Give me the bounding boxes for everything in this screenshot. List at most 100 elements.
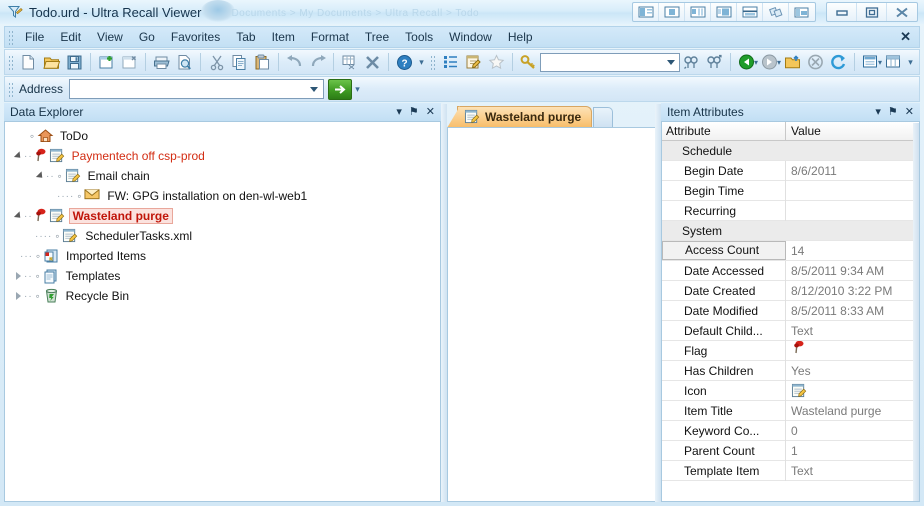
toolbar2-grip-handle[interactable]	[429, 54, 436, 70]
cut-icon[interactable]	[205, 51, 228, 73]
attribute-row-has-children[interactable]: Has Children Yes	[662, 360, 919, 381]
attribute-row-default-child[interactable]: Default Child... Text	[662, 320, 919, 341]
tree-item-schedulertasks-xml[interactable]: ···· ◦ SchedulerTasks.xml	[5, 226, 440, 246]
print-icon[interactable]	[150, 51, 173, 73]
edit-note-icon[interactable]	[462, 51, 485, 73]
attribute-row-parent-count[interactable]: Parent Count 1	[662, 440, 919, 461]
tree-expander-open-icon[interactable]	[13, 211, 24, 222]
attribute-value[interactable]: 14	[786, 241, 919, 261]
layout-left-pane-toggle[interactable]	[633, 3, 659, 21]
menu-item-tools[interactable]: Tools	[397, 27, 441, 47]
keyword-key-icon[interactable]	[517, 51, 540, 73]
attribute-value[interactable]: 0	[786, 421, 919, 441]
open-parent-icon[interactable]	[781, 51, 804, 73]
attribute-value[interactable]: Wasteland purge	[786, 401, 919, 421]
new-item-icon[interactable]	[95, 51, 118, 73]
print-preview-icon[interactable]	[173, 51, 196, 73]
attribute-row-keyword-count[interactable]: Keyword Co... 0	[662, 420, 919, 441]
address-dropdown-icon[interactable]	[310, 87, 319, 92]
undo-icon[interactable]	[283, 51, 306, 73]
search-dropdown-icon[interactable]	[667, 59, 675, 65]
attribute-row-date-accessed[interactable]: Date Accessed 8/5/2011 9:34 AM	[662, 260, 919, 281]
attribute-row-date-modified[interactable]: Date Modified 8/5/2011 8:33 AM	[662, 300, 919, 321]
tree-expander-open-icon[interactable]	[35, 171, 46, 182]
redo-icon[interactable]	[306, 51, 329, 73]
tree-item-todo[interactable]: ◦ ToDo	[5, 126, 440, 146]
attribute-value[interactable]: 8/5/2011 9:34 AM	[786, 261, 919, 281]
attributes-vertical-scrollbar[interactable]	[913, 123, 919, 501]
layout-right-pane-toggle[interactable]	[685, 3, 711, 21]
column-header-value[interactable]: Value	[786, 122, 919, 141]
menu-item-format[interactable]: Format	[303, 27, 357, 47]
stop-icon[interactable]	[804, 51, 827, 73]
search-input[interactable]	[540, 52, 680, 72]
find-previous-icon[interactable]	[680, 51, 703, 73]
layout-restore-panes-toggle[interactable]	[789, 3, 815, 21]
panel-close-icon[interactable]: ✕	[905, 106, 914, 118]
delete-icon[interactable]	[361, 51, 384, 73]
attribute-row-item-title[interactable]: Item Title Wasteland purge	[662, 400, 919, 421]
insert-table-icon[interactable]	[338, 51, 361, 73]
copy-icon[interactable]	[228, 51, 251, 73]
layout-float-toggle[interactable]	[763, 3, 789, 21]
menu-item-tree[interactable]: Tree	[357, 27, 397, 47]
find-next-icon[interactable]	[703, 51, 726, 73]
toolbar-grip-handle[interactable]	[7, 54, 14, 70]
address-go-button[interactable]	[328, 78, 353, 100]
attribute-value[interactable]	[786, 201, 919, 221]
document-content-area[interactable]	[447, 127, 657, 502]
favorite-star-icon[interactable]	[485, 51, 508, 73]
menu-item-favorites[interactable]: Favorites	[163, 27, 228, 47]
attribute-value[interactable]: 8/6/2011	[786, 161, 919, 181]
menu-item-item[interactable]: Item	[264, 27, 303, 47]
menu-item-file[interactable]: File	[17, 27, 52, 47]
menu-item-edit[interactable]: Edit	[52, 27, 89, 47]
address-overflow-button[interactable]: ▾	[352, 78, 363, 100]
attribute-value[interactable]: Text	[786, 461, 919, 481]
close-document-button[interactable]: ✕	[900, 29, 911, 45]
panel-menu-icon[interactable]: ▾	[875, 106, 881, 118]
attribute-value[interactable]	[786, 381, 919, 401]
menu-item-view[interactable]: View	[89, 27, 131, 47]
layout-center-pane-toggle[interactable]	[659, 3, 685, 21]
tree-item-imported-items[interactable]: ··· ◦ Imported Items	[5, 246, 440, 266]
toolbar-overflow-button[interactable]: ▾	[416, 51, 427, 73]
attribute-value[interactable]: Yes	[786, 361, 919, 381]
address-input[interactable]	[69, 79, 325, 99]
tree-item-email-chain[interactable]: ·· ◦ Email chain	[5, 166, 440, 186]
tree-expander-closed-icon[interactable]	[13, 271, 24, 282]
column-header-attribute[interactable]: Attribute	[662, 121, 786, 141]
minimize-button[interactable]	[827, 3, 857, 21]
attribute-value[interactable]: 8/5/2011 8:33 AM	[786, 301, 919, 321]
help-icon[interactable]: ?	[393, 51, 416, 73]
menu-grip-handle[interactable]	[7, 29, 14, 45]
data-explorer-tree[interactable]: ◦ ToDo ·· Paymentech off csp-prod ·· ◦ E…	[5, 122, 440, 501]
tree-item-wasteland-purge[interactable]: ·· Wasteland purge	[5, 206, 440, 226]
tree-expander-closed-icon[interactable]	[13, 291, 24, 302]
tree-expander-open-icon[interactable]	[13, 151, 24, 162]
toolbar2-overflow-button[interactable]: ▾	[905, 51, 916, 73]
close-item-icon[interactable]	[118, 51, 141, 73]
attribute-value[interactable]	[786, 181, 919, 201]
new-document-icon[interactable]	[17, 51, 40, 73]
attribute-row-template-item[interactable]: Template Item Text	[662, 460, 919, 481]
restore-button[interactable]	[857, 3, 887, 21]
layout-horizontal-split-toggle[interactable]	[737, 3, 763, 21]
tab-new-placeholder[interactable]	[593, 107, 613, 127]
panel-pin-icon[interactable]: ⚑	[409, 106, 419, 118]
refresh-icon[interactable]	[827, 51, 850, 73]
tab-wasteland-purge[interactable]: Wasteland purge	[457, 106, 593, 127]
address-grip-handle[interactable]	[7, 81, 14, 97]
attribute-row-begin-date[interactable]: Begin Date 8/6/2011	[662, 160, 919, 181]
outline-view-icon[interactable]	[439, 51, 462, 73]
grid-view-icon[interactable]	[882, 51, 905, 73]
attribute-value[interactable]: 1	[786, 441, 919, 461]
tree-item-recycle-bin[interactable]: ·· ◦ Recycle Bin	[5, 286, 440, 306]
attribute-row-icon[interactable]: Icon	[662, 380, 919, 401]
attribute-value[interactable]: Text	[786, 321, 919, 341]
tree-item-paymentech[interactable]: ·· Paymentech off csp-prod	[5, 146, 440, 166]
layout-split-toggle[interactable]	[711, 3, 737, 21]
save-icon[interactable]	[63, 51, 86, 73]
tree-item-templates[interactable]: ·· ◦ Templates	[5, 266, 440, 286]
menu-item-window[interactable]: Window	[441, 27, 500, 47]
